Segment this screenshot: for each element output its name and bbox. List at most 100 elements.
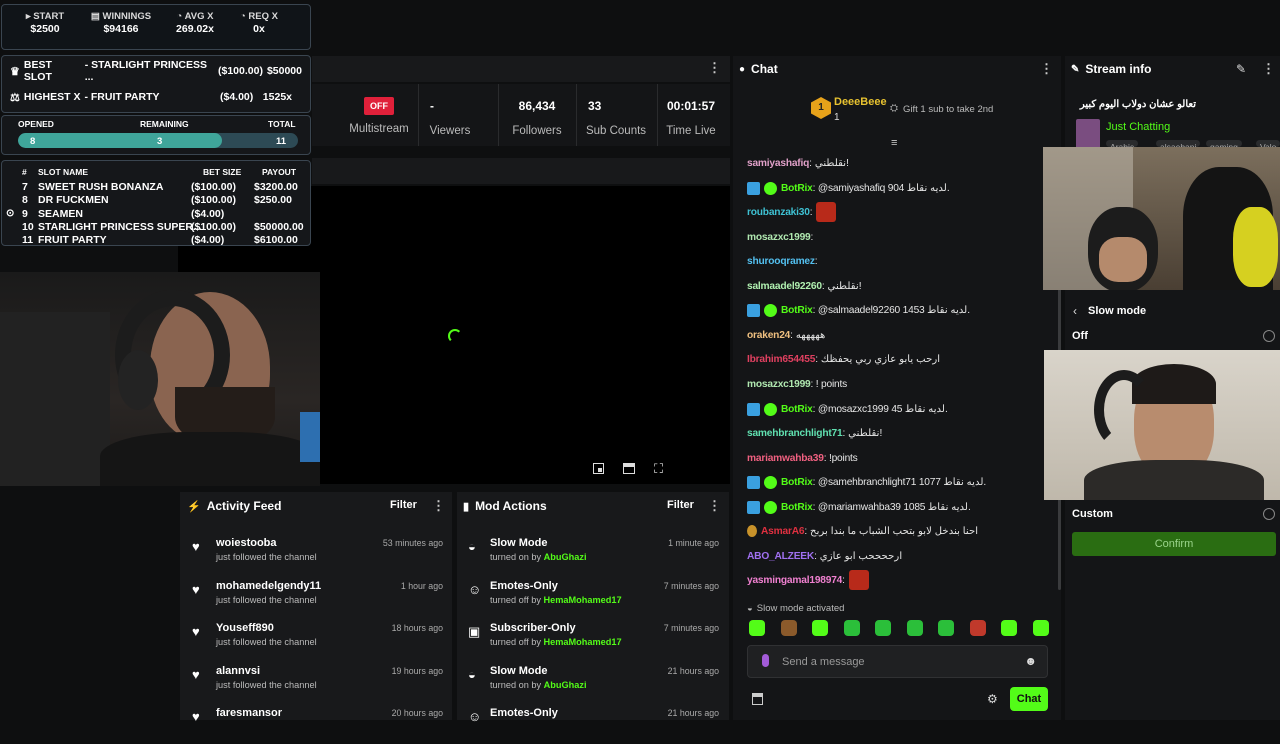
activity-item[interactable]: ♥ mohamedelgendy11 just followed the chann… <box>192 577 443 617</box>
chat-username[interactable]: shurooqramez <box>747 256 815 267</box>
chat-message: BotRix: @samiyashafiq 904 لديه نقاط. <box>747 181 950 195</box>
stream-tag[interactable]: Valo <box>1256 140 1280 147</box>
chat-emote-icon <box>848 570 869 590</box>
fullscreen-icon[interactable]: ⛶ <box>654 462 663 475</box>
chat-username[interactable]: BotRix <box>781 305 813 316</box>
activity-item[interactable]: ♥ Youseff890 just followed the channel 18 h… <box>192 619 443 659</box>
heart-icon: ♥ <box>192 624 200 639</box>
chat-username[interactable]: yasmingamal198974 <box>747 575 842 586</box>
emoji-icon[interactable]: ☻ <box>1024 654 1037 668</box>
mod-action-item[interactable]: ☺ Emotes-Only turned off by HemaMohamed17 7… <box>468 577 719 617</box>
chat-username[interactable]: BotRix <box>781 183 813 194</box>
top-gifter-name[interactable]: DeeeBeee <box>834 96 887 108</box>
quick-emote-icon[interactable] <box>906 620 923 636</box>
mod-action-item[interactable]: ☺ Emotes-Only 21 hours ago <box>468 704 719 744</box>
chat-username[interactable]: BotRix <box>781 404 813 415</box>
chat-username[interactable]: BotRix <box>781 502 813 513</box>
mod-action-user[interactable]: HemaMohamed17 <box>543 595 621 605</box>
quick-emote-icon[interactable] <box>780 620 797 636</box>
quick-emote-icon[interactable] <box>938 620 954 636</box>
chat-username[interactable]: BotRix <box>781 477 813 488</box>
slot-payout: $50000.00 <box>254 220 304 233</box>
winnings-value: $94166 <box>103 23 139 35</box>
activity-menu-icon[interactable]: ⋮ <box>432 499 445 512</box>
stream-menu-icon[interactable]: ⋮ <box>708 61 721 74</box>
quick-emote-icon[interactable] <box>875 620 891 636</box>
chat-message: oraken24: هههههه <box>747 328 826 342</box>
best-slot-overlay: ♛ BEST SLOT - STARLIGHT PRINCESS ... ($1… <box>1 55 311 113</box>
chat-settings-icon[interactable]: ⚙ <box>987 692 998 706</box>
slow-off-radio[interactable] <box>1263 330 1275 342</box>
mod-menu-icon[interactable]: ⋮ <box>708 499 721 512</box>
chat-username[interactable]: roubanzaki30 <box>747 207 810 218</box>
quick-emote-icon[interactable] <box>1032 620 1049 636</box>
highest-x-name: - FRUIT PARTY <box>84 91 160 103</box>
quick-emote-icon[interactable] <box>1001 620 1017 636</box>
mod-action-item[interactable]: ▣ Subscriber-Only turned off by HemaMohame… <box>468 619 719 659</box>
gift-shop-icon[interactable] <box>752 693 763 705</box>
microphone-icon[interactable] <box>762 654 769 667</box>
chat-username[interactable]: samehbranchlight71 <box>747 428 843 439</box>
followers-stat: 86,434 Followers <box>500 84 574 146</box>
time-live-label: Time Live <box>666 125 716 137</box>
opened-value: 8 <box>30 136 36 147</box>
chat-text: : ! points <box>810 378 848 390</box>
activity-filter-button[interactable]: Filter <box>390 499 417 511</box>
mod-action-user[interactable]: AbuGhazi <box>544 552 587 562</box>
mod-action-item[interactable]: ◒ Slow Mode turned on by AbuGhazi 1 minute … <box>468 534 719 574</box>
chat-send-button[interactable]: Chat <box>1010 687 1048 711</box>
activity-username[interactable]: mohamedelgendy11 <box>216 580 321 592</box>
mod-action-user[interactable]: AbuGhazi <box>544 680 587 690</box>
mod-filter-button[interactable]: Filter <box>667 499 694 511</box>
chat-header: ● Chat <box>739 62 778 76</box>
chat-username[interactable]: salmaadel92260 <box>747 281 822 292</box>
stream-tag[interactable]: Arabic <box>1106 140 1139 147</box>
quick-emote-icon[interactable] <box>843 620 860 636</box>
slow-custom-radio[interactable] <box>1263 508 1275 520</box>
slot-bet: ($100.00) <box>191 194 236 207</box>
mod-action-description: turned on by AbuGhazi <box>490 552 587 562</box>
chat-username[interactable]: ABO_ALZEEK <box>747 551 814 562</box>
edit-icon[interactable]: ✎ <box>1236 62 1246 76</box>
mod-action-user[interactable]: HemaMohamed17 <box>543 637 621 647</box>
quick-emote-icon[interactable] <box>969 620 986 636</box>
chat-input[interactable]: Send a message ☻ <box>747 645 1048 678</box>
chat-message: roubanzaki30: <box>747 202 837 222</box>
chat-text: : ارححححب ابو عازي <box>814 550 903 562</box>
expand-leaderboard-icon[interactable]: ≡ <box>891 137 897 149</box>
chat-username[interactable]: mosazxc1999 <box>747 379 811 390</box>
activity-username[interactable]: alannvsi <box>216 665 260 677</box>
mod-action-time: 21 hours ago <box>667 708 719 718</box>
category-link[interactable]: Just Chatting <box>1106 121 1170 133</box>
streamer-webcam <box>0 272 320 486</box>
chat-username[interactable]: Ibrahim654455 <box>747 354 815 365</box>
gift-icon: ▣ <box>468 624 481 639</box>
multistream-stat[interactable]: OFF Multistream <box>340 84 418 146</box>
verified-badge-icon <box>764 402 777 416</box>
activity-username[interactable]: woiestooba <box>216 537 277 549</box>
activity-username[interactable]: Youseff890 <box>216 622 274 634</box>
stream-tag[interactable]: gaming <box>1206 140 1242 147</box>
chat-username[interactable]: samiyashafiq <box>747 158 809 169</box>
pip-icon[interactable] <box>593 463 604 474</box>
confirm-button[interactable]: Confirm <box>1072 532 1276 556</box>
gift-prompt[interactable]: Gift 1 sub to take 2nd <box>903 104 993 115</box>
chat-username[interactable]: AsmarA6 <box>761 526 805 537</box>
activity-item[interactable]: ♥ alannvsi just followed the channel 19 hou… <box>192 662 443 702</box>
quick-emote-icon[interactable] <box>812 620 828 636</box>
mod-action-item[interactable]: ◒ Slow Mode turned on by AbuGhazi 21 hours … <box>468 662 719 702</box>
quick-emote-icon[interactable] <box>749 620 765 636</box>
activity-item[interactable]: ♥ faresmansor 20 hours ago <box>192 704 443 744</box>
start-label: ▸ START <box>25 11 65 22</box>
chat-username[interactable]: mariamwahba39 <box>747 453 824 464</box>
activity-item[interactable]: ♥ woiestooba just followed the channel 53 m… <box>192 534 443 574</box>
chat-username[interactable]: mosazxc1999 <box>747 232 811 243</box>
activity-username[interactable]: faresmansor <box>216 707 282 719</box>
stream-tag[interactable]: alsaebani <box>1156 140 1201 147</box>
theater-icon[interactable] <box>623 463 635 474</box>
stream-info-menu-icon[interactable]: ⋮ <box>1262 62 1275 75</box>
chat-username[interactable]: oraken24 <box>747 330 790 341</box>
chat-menu-icon[interactable]: ⋮ <box>1040 62 1053 75</box>
back-chevron-icon[interactable]: ‹ <box>1073 304 1077 318</box>
gift-icon: ⛭ <box>890 103 898 114</box>
